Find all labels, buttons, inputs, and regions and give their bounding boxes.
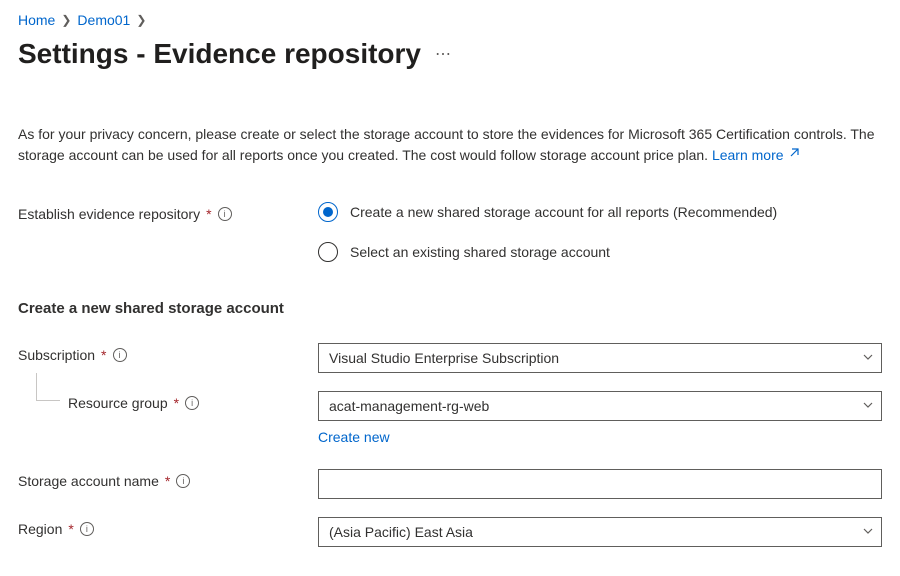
- learn-more-label: Learn more: [712, 145, 784, 166]
- region-label: Region * i: [18, 517, 318, 537]
- establish-repository-label: Establish evidence repository * i: [18, 202, 318, 222]
- storage-account-name-label: Storage account name * i: [18, 469, 318, 489]
- radio-create-new[interactable]: Create a new shared storage account for …: [318, 202, 882, 222]
- subscription-row: Subscription * i Visual Studio Enterpris…: [18, 343, 882, 373]
- radio-icon: [318, 202, 338, 222]
- region-row: Region * i (Asia Pacific) East Asia: [18, 517, 882, 547]
- storage-account-name-row: Storage account name * i: [18, 469, 882, 499]
- chevron-right-icon: ❯: [136, 13, 146, 27]
- dropdown-value: (Asia Pacific) East Asia: [329, 524, 473, 540]
- external-link-icon: [788, 147, 800, 165]
- breadcrumb-item-demo01[interactable]: Demo01: [77, 12, 130, 28]
- info-icon[interactable]: i: [80, 522, 94, 536]
- dropdown-value: acat-management-rg-web: [329, 398, 489, 414]
- breadcrumb-home[interactable]: Home: [18, 12, 55, 28]
- description-text: As for your privacy concern, please crea…: [18, 124, 882, 166]
- section-title-create-account: Create a new shared storage account: [18, 300, 882, 317]
- learn-more-link[interactable]: Learn more: [712, 145, 800, 166]
- create-new-resource-group-link[interactable]: Create new: [318, 429, 390, 445]
- storage-account-name-input[interactable]: [318, 469, 882, 499]
- tree-connector-icon: [36, 373, 60, 401]
- radio-icon: [318, 242, 338, 262]
- radio-label: Select an existing shared storage accoun…: [350, 244, 610, 260]
- region-dropdown[interactable]: (Asia Pacific) East Asia: [318, 517, 882, 547]
- required-indicator: *: [68, 521, 73, 537]
- establish-repository-row: Establish evidence repository * i Create…: [18, 202, 882, 282]
- info-icon[interactable]: i: [113, 348, 127, 362]
- label-text: Establish evidence repository: [18, 206, 200, 222]
- subscription-label: Subscription * i: [18, 343, 318, 363]
- chevron-right-icon: ❯: [61, 13, 71, 27]
- label-text: Subscription: [18, 347, 95, 363]
- resource-group-dropdown[interactable]: acat-management-rg-web: [318, 391, 882, 421]
- breadcrumb: Home ❯ Demo01 ❯: [18, 12, 882, 28]
- info-icon[interactable]: i: [218, 207, 232, 221]
- more-actions-button[interactable]: ⋯: [435, 44, 452, 64]
- required-indicator: *: [206, 206, 211, 222]
- title-bar: Settings - Evidence repository ⋯: [18, 38, 882, 70]
- info-icon[interactable]: i: [185, 396, 199, 410]
- required-indicator: *: [165, 473, 170, 489]
- required-indicator: *: [101, 347, 106, 363]
- subscription-dropdown[interactable]: Visual Studio Enterprise Subscription: [318, 343, 882, 373]
- resource-group-label: Resource group * i: [18, 391, 318, 411]
- label-text: Storage account name: [18, 473, 159, 489]
- radio-label: Create a new shared storage account for …: [350, 204, 777, 220]
- establish-repository-options: Create a new shared storage account for …: [318, 202, 882, 282]
- radio-select-existing[interactable]: Select an existing shared storage accoun…: [318, 242, 882, 262]
- info-icon[interactable]: i: [176, 474, 190, 488]
- dropdown-value: Visual Studio Enterprise Subscription: [329, 350, 559, 366]
- label-text: Resource group: [68, 395, 168, 411]
- page-title: Settings - Evidence repository: [18, 38, 421, 70]
- resource-group-row: Resource group * i acat-management-rg-we…: [18, 391, 882, 421]
- label-text: Region: [18, 521, 62, 537]
- required-indicator: *: [174, 395, 179, 411]
